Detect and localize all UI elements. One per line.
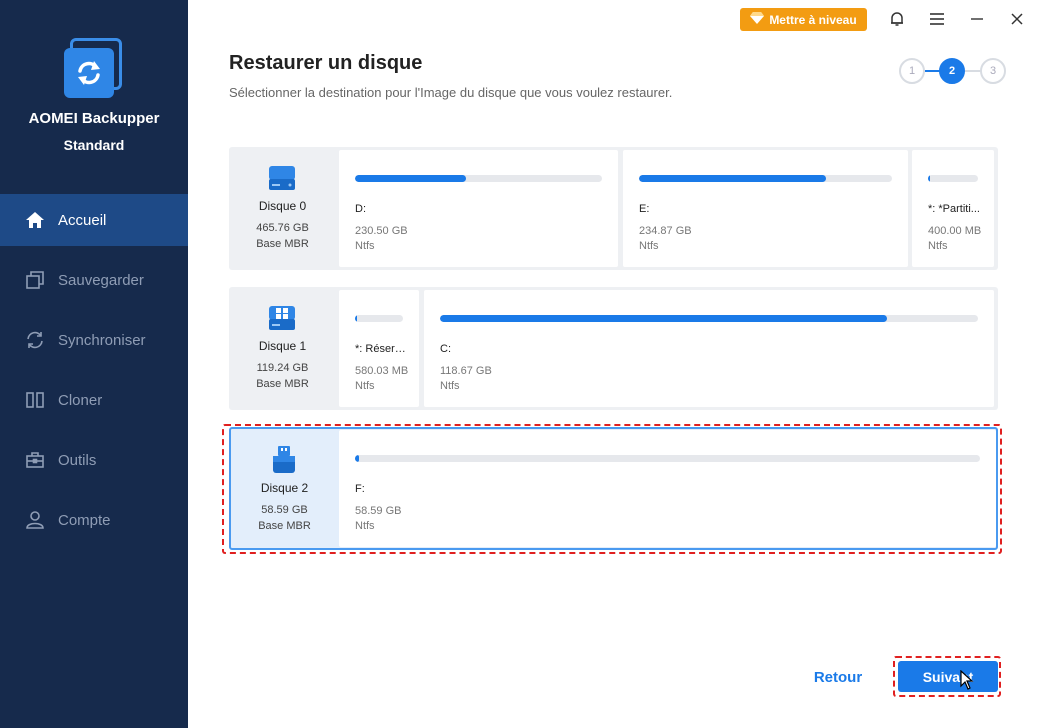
app-edition: Standard — [63, 137, 125, 153]
nav-item-outils[interactable]: Outils — [0, 434, 188, 486]
nav-item-sauvegarder[interactable]: Sauvegarder — [0, 254, 188, 306]
partition-size: 234.87 GB — [639, 225, 692, 237]
diamond-icon — [750, 12, 765, 27]
partition-fs: Ntfs — [355, 380, 375, 392]
partition-size: 118.67 GB — [440, 365, 492, 377]
nav-item-label: Sauvegarder — [58, 271, 144, 289]
home-icon — [24, 209, 46, 231]
step-2: 2 — [939, 58, 965, 84]
app-name: AOMEI Backupper — [28, 110, 160, 127]
nav-item-cloner[interactable]: Cloner — [0, 374, 188, 426]
disk-type: Base MBR — [256, 238, 309, 250]
clone-icon — [24, 389, 46, 411]
partition-c[interactable]: C: 118.67 GB Ntfs — [424, 290, 994, 407]
partition-reserved[interactable]: *: Réservé... 580.03 MB Ntfs — [339, 290, 419, 407]
page-subtitle: Sélectionner la destination pour l'Image… — [229, 85, 673, 100]
partition-fs: Ntfs — [355, 240, 375, 252]
disk-info: Disque 0 465.76 GB Base MBR — [229, 147, 338, 270]
nav-item-label: Accueil — [58, 211, 107, 229]
disk-name: Disque 0 — [258, 199, 307, 213]
user-icon — [24, 509, 46, 531]
back-button[interactable]: Retour — [796, 662, 880, 692]
sidebar: AOMEI Backupper Standard Accueil Sauvega… — [0, 0, 188, 728]
partition-name: C: — [440, 343, 451, 355]
disk-row-0[interactable]: Disque 0 465.76 GB Base MBR D: 230.50 GB… — [229, 147, 998, 270]
usage-bar — [639, 175, 892, 182]
step-3: 3 — [980, 58, 1006, 84]
partition-system[interactable]: *: *Partiti... 400.00 MB Ntfs — [912, 150, 994, 267]
partition-size: 400.00 MB — [928, 225, 982, 237]
app-logo-icon — [62, 38, 124, 100]
disk-type: Base MBR — [256, 378, 309, 390]
nav-item-label: Cloner — [58, 391, 103, 409]
hard-disk-icon — [267, 163, 297, 193]
partition-size: 230.50 GB — [355, 225, 408, 237]
partition-name: D: — [355, 203, 366, 215]
partition-name: *: *Partiti... — [928, 203, 980, 215]
minimize-icon[interactable] — [966, 8, 988, 30]
close-icon[interactable] — [1006, 8, 1028, 30]
disk-info: Disque 1 119.24 GB Base MBR — [229, 287, 338, 410]
partition-d[interactable]: D: 230.50 GB Ntfs — [339, 150, 618, 267]
nav-item-label: Compte — [58, 511, 111, 529]
usage-bar — [440, 315, 978, 322]
upgrade-button[interactable]: Mettre à niveau — [740, 8, 867, 31]
partition-size: 580.03 MB — [355, 365, 409, 377]
partition-e[interactable]: E: 234.87 GB Ntfs — [623, 150, 908, 267]
disk-size: 119.24 GB — [256, 362, 309, 374]
disk-name: Disque 1 — [258, 339, 307, 353]
nav-item-compte[interactable]: Compte — [0, 494, 188, 546]
mouse-cursor-icon — [960, 669, 974, 695]
partition-fs: Ntfs — [440, 380, 460, 392]
nav-item-accueil[interactable]: Accueil — [0, 194, 188, 246]
nav-item-label: Synchroniser — [58, 331, 146, 349]
menu-icon[interactable] — [926, 8, 948, 30]
nav-item-synchroniser[interactable]: Synchroniser — [0, 314, 188, 366]
step-connector — [965, 70, 981, 72]
selection-highlight — [222, 424, 1002, 554]
windows-disk-icon — [267, 303, 297, 333]
next-button[interactable]: Suivant — [898, 661, 998, 692]
page-title: Restaurer un disque — [229, 52, 423, 74]
step-1: 1 — [899, 58, 925, 84]
usage-bar — [355, 315, 403, 322]
partition-name: E: — [639, 203, 650, 215]
tools-icon — [24, 449, 46, 471]
sync-icon — [24, 329, 46, 351]
partition-name: *: Réservé... — [355, 343, 411, 355]
partition-fs: Ntfs — [928, 240, 948, 252]
partition-fs: Ntfs — [639, 240, 659, 252]
bell-icon[interactable] — [886, 8, 908, 30]
backup-icon — [24, 269, 46, 291]
upgrade-label: Mettre à niveau — [769, 12, 857, 27]
disk-size: 465.76 GB — [256, 222, 309, 234]
disk-row-1[interactable]: Disque 1 119.24 GB Base MBR *: Réservé..… — [229, 287, 998, 410]
usage-bar — [355, 175, 602, 182]
nav-item-label: Outils — [58, 451, 97, 469]
usage-bar — [928, 175, 978, 182]
